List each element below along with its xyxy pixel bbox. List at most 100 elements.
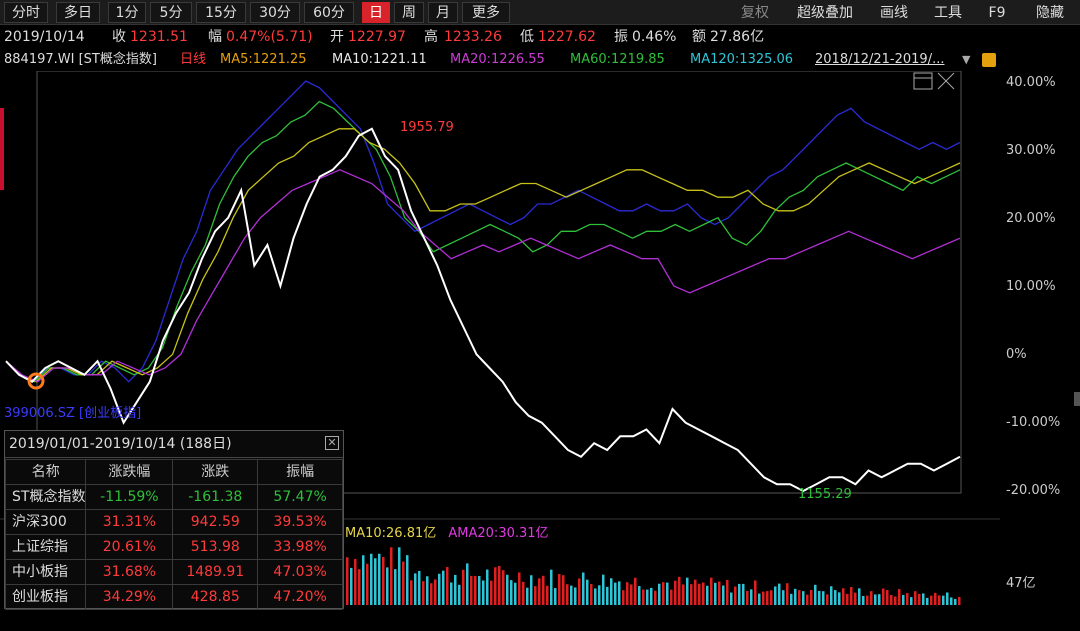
row-amp: 47.03% [257,559,343,585]
volume-bar [458,584,461,605]
ma120-value: MA120:1325.06 [690,52,794,67]
quote-summary: 2019/10/14 收 1231.51 幅 0.47%(5.71) 开 122… [0,25,1080,49]
restore-rights-button[interactable]: 复权 [732,2,778,23]
volume-bar [706,585,709,605]
volume-bar [646,589,649,605]
volume-bar [870,591,873,605]
tab-minute[interactable]: 分时 [4,2,48,23]
ma-legend: 884197.WI [ST概念指数] 日线 MA5:1221.25 MA10:1… [0,49,1080,71]
volume-bar [354,558,357,605]
volume-bar [778,583,781,605]
tab-multi-day[interactable]: 多日 [56,2,100,23]
volume-bar [454,574,457,605]
col-name: 名称 [4,459,87,485]
change-label: 幅 [208,29,222,45]
index-code: 884197.WI [ST概念指数] [4,52,157,67]
amplitude-value: 0.46% [632,29,677,45]
volume-bar [814,584,817,605]
volume-bar [810,589,813,605]
high-value: 1233.26 [444,29,502,45]
date-range-selector[interactable]: 2018/12/21-2019/... [815,49,944,71]
table-row[interactable]: 创业板指 34.29% 428.85 47.20% [4,584,343,610]
tab-5min[interactable]: 5分 [150,2,192,23]
volume-bar [374,558,377,605]
volume-bar [626,582,629,605]
tab-15min[interactable]: 15分 [196,2,246,23]
volume-tick: 47亿 [1006,576,1036,591]
ma10-value: MA10:1221.11 [332,52,427,67]
tab-monthly[interactable]: 月 [428,2,458,23]
volume-bar [622,590,625,605]
volume-bar [902,594,905,605]
volume-bar [942,595,945,605]
maximize-icon[interactable] [913,72,933,90]
tab-1min[interactable]: 1分 [108,2,146,23]
row-amp: 57.47% [257,484,343,510]
row-pct: 34.29% [85,584,174,610]
volume-bar [846,593,849,605]
volume-bar [346,557,349,605]
volume-bar [662,582,665,605]
volume-bar [434,579,437,605]
volume-bar [854,592,857,605]
amount-value: 27.86亿 [710,29,765,45]
volume-bar [526,587,529,605]
volume-bar [722,585,725,605]
volume-bar [402,561,405,605]
row-chg: 513.98 [172,534,259,560]
overlay-label: 399006.SZ [创业板指] [4,406,141,421]
change-value: 0.47%(5.71) [226,29,313,45]
y-tick-30: 30.00% [1006,143,1056,158]
tab-daily[interactable]: 日 [362,2,390,23]
volume-bar [490,580,493,605]
volume-bar [950,597,953,605]
volume-bar [750,589,753,605]
volume-bar [602,574,605,605]
volume-bar [926,597,929,605]
volume-bar [898,589,901,605]
table-row[interactable]: ST概念指数 -11.59% -161.38 57.47% [4,484,343,510]
table-row[interactable]: 上证综指 20.61% 513.98 33.98% [4,534,343,560]
volume-bar [438,573,441,605]
volume-bar [714,582,717,605]
volume-bar [686,577,689,605]
volume-bar [654,590,657,605]
series-line [5,80,961,383]
volume-bar [350,567,353,605]
lock-icon[interactable] [982,53,996,67]
volume-bar [842,588,845,605]
close-icon[interactable]: ✕ [325,436,339,450]
volume-bar [554,588,557,605]
volume-bar [938,595,941,605]
tools-button[interactable]: 工具 [926,2,970,23]
volume-bar [818,590,821,605]
volume-bar [638,586,641,605]
volume-bar [358,569,361,605]
super-overlay-button[interactable]: 超级叠加 [788,2,862,23]
table-row[interactable]: 中小板指 31.68% 1489.91 47.03% [4,559,343,585]
table-row[interactable]: 沪深300 31.31% 942.59 39.53% [4,509,343,535]
tab-more[interactable]: 更多 [462,2,510,23]
tab-30min[interactable]: 30分 [250,2,300,23]
volume-bar [910,597,913,605]
volume-bar [586,579,589,605]
volume-bars [346,547,961,605]
volume-bar [766,591,769,605]
low-marker: 1155.29 [798,487,852,502]
volume-bar [802,591,805,605]
volume-bar [470,575,473,605]
f9-button[interactable]: F9 [980,2,1014,23]
stats-header-row: 名称 涨跌幅 涨跌 振幅 [4,459,343,485]
hide-button[interactable]: 隐藏 [1024,2,1076,23]
tab-60min[interactable]: 60分 [304,2,354,23]
volume-bar [446,567,449,605]
draw-line-button[interactable]: 画线 [872,2,916,23]
series-line [5,128,961,383]
volume-bar [682,584,685,605]
volume-bar [462,569,465,605]
y-tick-minus20: -20.00% [1006,483,1061,498]
range-dropdown-icon[interactable]: ▼ [962,49,970,71]
volume-bar [486,569,489,605]
tab-weekly[interactable]: 周 [394,2,424,23]
volume-bar [862,595,865,605]
